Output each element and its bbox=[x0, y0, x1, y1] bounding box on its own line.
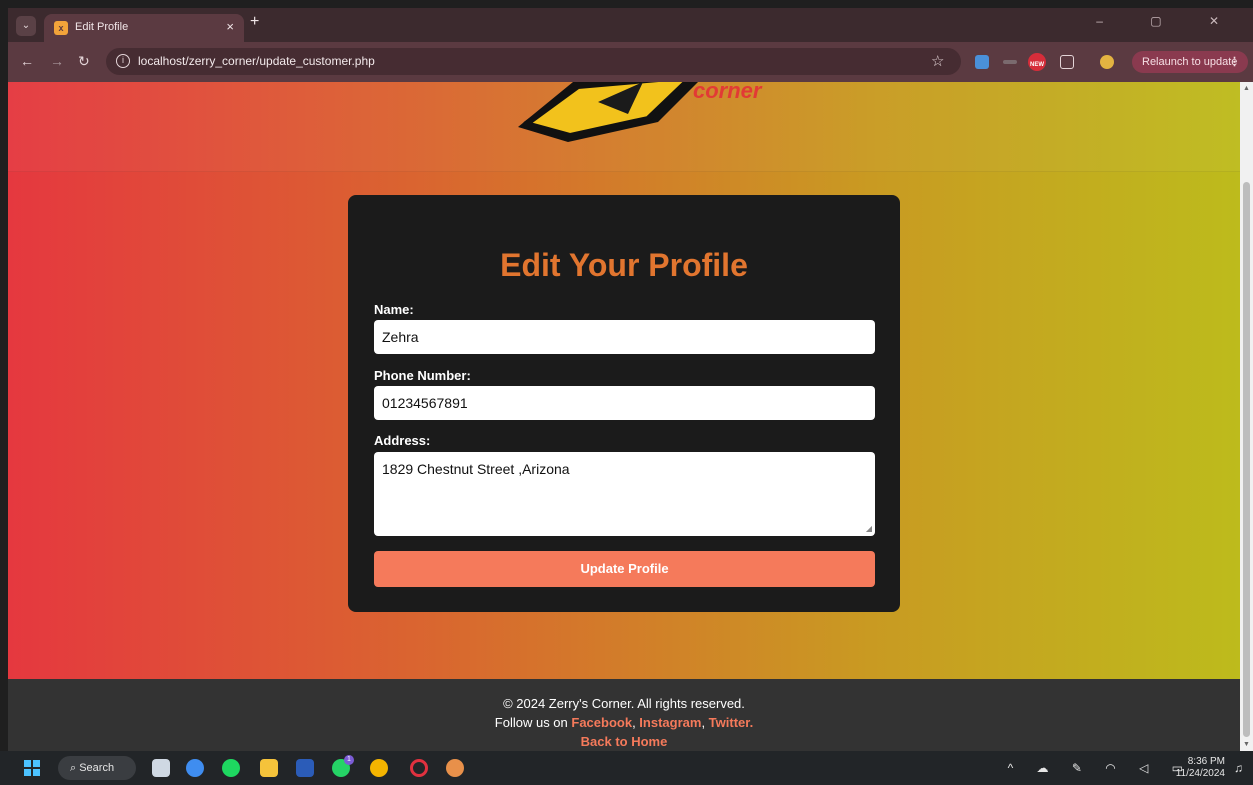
site-footer: © 2024 Zerry's Corner. All rights reserv… bbox=[8, 679, 1240, 751]
page-scrollbar[interactable]: ▲ ▼ bbox=[1240, 82, 1253, 751]
windows-start-icon[interactable] bbox=[24, 760, 40, 776]
extension-divider-icon bbox=[1003, 60, 1017, 64]
tab-strip: ⌄ x Edit Profile × + – ▢ ✕ bbox=[8, 8, 1253, 42]
notification-bell-icon[interactable]: ♫ bbox=[1234, 761, 1243, 775]
page-viewport: corner Edit Your Profile Name: Zehra Pho… bbox=[8, 82, 1240, 751]
clock[interactable]: 8:36 PM 11/24/2024 bbox=[1176, 756, 1225, 780]
menu-kebab-icon[interactable]: ⋮ bbox=[1229, 51, 1240, 73]
back-home-line: Back to Home bbox=[8, 734, 1240, 749]
taskbar-search-button[interactable]: ⌕ Search bbox=[58, 756, 136, 780]
whatsapp-icon[interactable]: 1 bbox=[332, 755, 354, 777]
scroll-down-icon[interactable]: ▼ bbox=[1243, 741, 1250, 748]
site-info-icon[interactable]: i bbox=[116, 54, 130, 68]
xampp-favicon-icon: x bbox=[54, 21, 68, 35]
scroll-up-icon[interactable]: ▲ bbox=[1243, 85, 1250, 92]
system-tray-icons[interactable]: ^ ☁ ✎ ◠ ◁ ▭ bbox=[1008, 761, 1193, 775]
phone-label: Phone Number: bbox=[374, 368, 471, 383]
tab-search-chevron-icon[interactable]: ⌄ bbox=[16, 16, 36, 36]
scroll-thumb[interactable] bbox=[1243, 182, 1250, 737]
back-arrow-icon[interactable]: ← bbox=[20, 53, 34, 69]
address-textarea[interactable]: 1829 Chestnut Street ,Arizona ◢ bbox=[374, 452, 875, 536]
extensions-puzzle-icon[interactable] bbox=[1060, 55, 1074, 69]
separator: , bbox=[701, 715, 709, 730]
whatsapp-badge: 1 bbox=[344, 755, 354, 765]
update-profile-button[interactable]: Update Profile bbox=[374, 551, 875, 587]
word-icon[interactable] bbox=[296, 759, 314, 777]
site-header: corner bbox=[8, 82, 1240, 172]
profile-avatar-icon[interactable] bbox=[1100, 55, 1114, 69]
taskbar: ⌕ Search 1 ^ ☁ ✎ ◠ ◁ ▭ 8:36 PM 11/24/202… bbox=[0, 751, 1253, 785]
name-input[interactable]: Zehra bbox=[374, 320, 875, 354]
window-controls[interactable]: – ▢ ✕ bbox=[1096, 14, 1241, 28]
spotify-icon[interactable] bbox=[222, 759, 240, 777]
new-tab-button[interactable]: + bbox=[250, 13, 259, 31]
tab-edit-profile[interactable]: x Edit Profile × bbox=[44, 14, 244, 42]
chrome-canary-icon[interactable] bbox=[446, 759, 464, 777]
logo-text: corner bbox=[693, 82, 763, 103]
resize-handle-icon[interactable]: ◢ bbox=[866, 524, 872, 533]
address-bar[interactable]: i localhost/zerry_corner/update_customer… bbox=[106, 48, 961, 75]
relaunch-label: Relaunch to update bbox=[1142, 56, 1238, 68]
chrome-icon[interactable] bbox=[370, 759, 388, 777]
twitter-link[interactable]: Twitter. bbox=[709, 715, 754, 730]
tab-close-icon[interactable]: × bbox=[226, 19, 234, 34]
name-label: Name: bbox=[374, 302, 414, 317]
phone-input[interactable]: 01234567891 bbox=[374, 386, 875, 420]
back-to-home-link[interactable]: Back to Home bbox=[581, 734, 668, 749]
file-explorer-icon[interactable] bbox=[260, 759, 278, 777]
browser-toolbar: ← → ↻ i localhost/zerry_corner/update_cu… bbox=[8, 42, 1253, 82]
follow-line: Follow us on Facebook, Instagram, Twitte… bbox=[8, 715, 1240, 730]
zerry-corner-logo[interactable]: corner bbox=[478, 82, 788, 152]
search-icon: ⌕ bbox=[70, 762, 80, 774]
bookmark-star-icon[interactable]: ☆ bbox=[931, 52, 944, 70]
follow-prefix: Follow us on bbox=[494, 715, 572, 730]
facebook-link[interactable]: Facebook bbox=[571, 715, 632, 730]
forward-arrow-icon[interactable]: → bbox=[50, 53, 64, 69]
relaunch-button[interactable]: Relaunch to update ⋮ bbox=[1132, 51, 1248, 73]
url-text[interactable]: localhost/zerry_corner/update_customer.p… bbox=[138, 54, 375, 68]
reload-icon[interactable]: ↻ bbox=[78, 53, 90, 70]
instagram-link[interactable]: Instagram bbox=[639, 715, 701, 730]
copyright-text: © 2024 Zerry's Corner. All rights reserv… bbox=[503, 696, 745, 711]
tab-title: Edit Profile bbox=[75, 21, 129, 33]
page-title: Edit Your Profile bbox=[500, 247, 748, 283]
search-label: Search bbox=[79, 762, 115, 774]
address-value: 1829 Chestnut Street ,Arizona bbox=[382, 461, 570, 477]
new-extension-icon[interactable]: NEW bbox=[1028, 53, 1046, 71]
copilot-icon[interactable] bbox=[186, 759, 204, 777]
task-view-icon[interactable] bbox=[152, 759, 170, 777]
date-text: 11/24/2024 bbox=[1175, 768, 1225, 779]
time-text: 8:36 PM bbox=[1187, 756, 1225, 767]
address-label: Address: bbox=[374, 433, 431, 448]
extension-icon[interactable] bbox=[975, 55, 989, 69]
opera-icon[interactable] bbox=[410, 759, 428, 777]
edit-profile-card: Edit Your Profile Name: Zehra Phone Numb… bbox=[348, 195, 900, 612]
